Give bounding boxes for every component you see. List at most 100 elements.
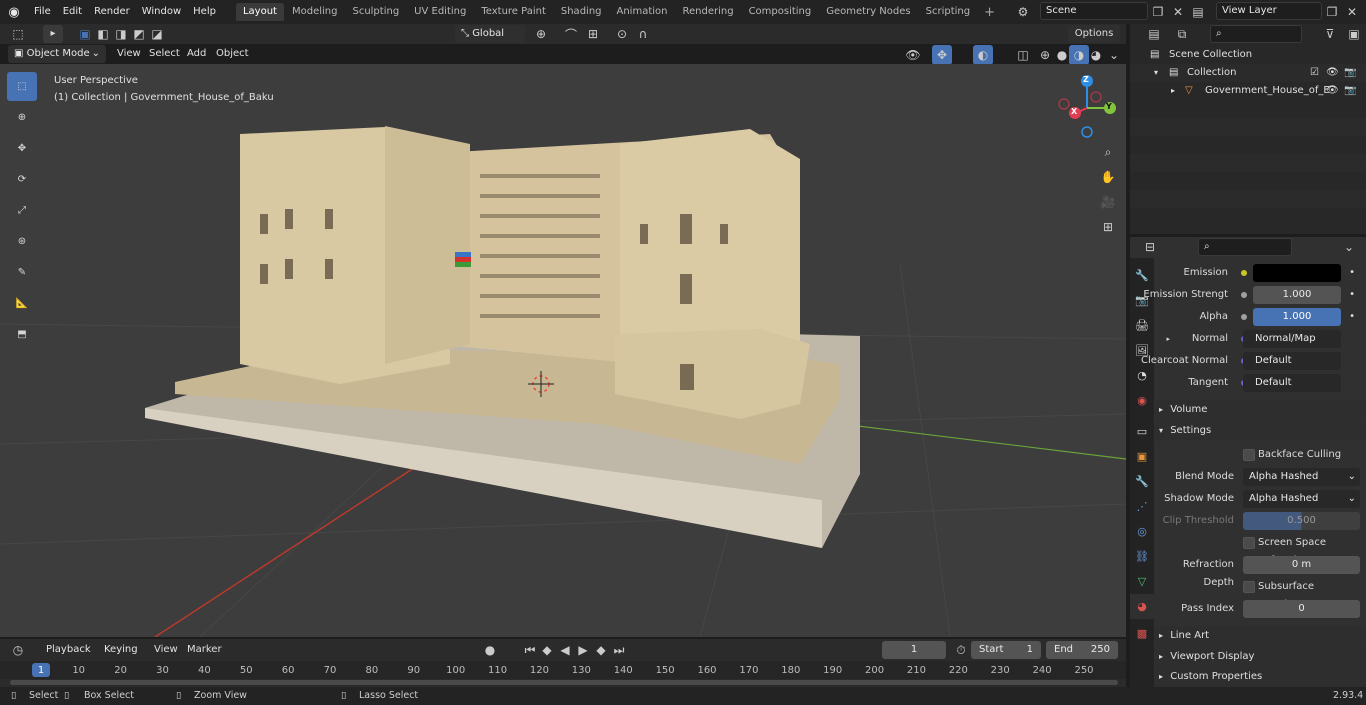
emission-color-field[interactable] (1253, 264, 1341, 282)
new-collection-icon[interactable]: ▣ (1344, 24, 1364, 44)
outliner-row-scene-collection[interactable]: ▤ Scene Collection (1130, 46, 1366, 64)
expand-arrow-icon[interactable]: ▸ (1171, 82, 1175, 100)
particles-tab-icon[interactable]: ⋰ (1130, 494, 1154, 519)
render-camera-icon[interactable]: 📷 (1344, 64, 1356, 82)
line-art-panel-header[interactable]: ▸ Line Art (1155, 626, 1366, 646)
select-intersect-icon[interactable]: ◪ (147, 24, 167, 44)
overlay-toggle-icon[interactable]: ◐ (973, 45, 993, 65)
menu-file[interactable]: File (28, 0, 57, 24)
cursor-tool-icon[interactable]: ⊕ (7, 103, 37, 132)
outliner-row-object[interactable]: ▸ ▽ Government_House_of_E 👁 📷 (1130, 82, 1366, 100)
tab-uv-editing[interactable]: UV Editing (407, 3, 473, 21)
outliner-editor-icon[interactable]: ▤ (1144, 24, 1164, 44)
snap-icon[interactable]: ⌒ (561, 24, 581, 44)
scene-icon[interactable]: ⚙ (1013, 2, 1033, 22)
viewport-display-panel-header[interactable]: ▸ Viewport Display (1155, 647, 1366, 667)
material-tab-icon[interactable]: ◕ (1130, 594, 1154, 619)
menu-select[interactable]: Select (149, 45, 180, 63)
refraction-depth-field[interactable]: 0 m (1243, 556, 1360, 574)
eye-icon[interactable]: 👁 (1326, 82, 1339, 100)
shadow-mode-select[interactable]: Alpha Hashed ⌄ (1243, 490, 1360, 508)
clearcoat-normal-field[interactable]: Default (1243, 352, 1341, 370)
view-layer-field[interactable]: View Layer (1216, 2, 1322, 20)
world-tab-icon[interactable]: ◉ (1130, 388, 1154, 413)
tab-layout[interactable]: Layout (235, 3, 284, 21)
tab-texture-paint[interactable]: Texture Paint (474, 3, 553, 21)
shading-rendered-icon[interactable]: ◕ (1086, 45, 1106, 65)
menu-window[interactable]: Window (136, 0, 187, 24)
scale-tool-icon[interactable]: ⤢ (7, 196, 37, 225)
blender-logo-icon[interactable]: ◉ (0, 5, 28, 20)
record-icon[interactable]: ● (480, 640, 500, 660)
rotate-tool-icon[interactable]: ⟳ (7, 165, 37, 194)
tab-modeling[interactable]: Modeling (285, 3, 345, 21)
visibility-icon[interactable]: 👁 (903, 45, 923, 65)
data-tab-icon[interactable]: ▽ (1130, 569, 1154, 594)
grid-perspective-icon[interactable]: ⊞ (1098, 217, 1118, 237)
editor-type-icon[interactable]: ⬚ (8, 24, 28, 44)
transform-orientation-select[interactable]: ⤡ Global (455, 25, 525, 43)
menu-render[interactable]: Render (88, 0, 136, 24)
tab-shading[interactable]: Shading (554, 3, 609, 21)
blend-mode-select[interactable]: Alpha Hashed ⌄ (1243, 468, 1360, 486)
object-mode-select[interactable]: ▣ Object Mode ⌄ (8, 45, 106, 63)
menu-view[interactable]: View (117, 45, 141, 63)
select-box-tool-icon[interactable]: ⬚ (7, 72, 37, 101)
keyframe-dot-icon[interactable]: • (1345, 286, 1355, 304)
filter-icon[interactable]: ⊽ (1320, 24, 1340, 44)
select-subtract-icon[interactable]: ◨ (111, 24, 131, 44)
select-box-icon[interactable]: ▣ (75, 24, 95, 44)
menu-edit[interactable]: Edit (57, 0, 88, 24)
transform-tool-icon[interactable]: ⊛ (7, 227, 37, 256)
backface-culling-checkbox[interactable] (1243, 449, 1255, 461)
shading-options-icon[interactable]: ⌄ (1104, 45, 1124, 65)
play-reverse-icon[interactable]: ◀ (555, 640, 575, 660)
alpha-socket-icon[interactable] (1241, 314, 1247, 320)
tab-compositing[interactable]: Compositing (742, 3, 819, 21)
xray-icon[interactable]: ◫ (1013, 45, 1033, 65)
outliner-search-input[interactable]: ⌕ (1210, 25, 1302, 43)
add-cube-tool-icon[interactable]: ⬒ (7, 320, 37, 349)
object-tab-icon[interactable]: ▣ (1130, 444, 1154, 469)
properties-editor-icon[interactable]: ⊟ (1140, 237, 1160, 257)
tangent-field[interactable]: Default (1243, 374, 1341, 392)
camera-icon[interactable]: 🎥 (1098, 192, 1118, 212)
start-frame-field[interactable]: Start 1 (971, 641, 1041, 659)
end-frame-field[interactable]: End 250 (1046, 641, 1118, 659)
normal-field[interactable]: Normal/Map (1243, 330, 1341, 348)
collection-tab-icon[interactable]: ▭ (1130, 419, 1154, 444)
keyframe-dot-icon[interactable]: • (1345, 264, 1355, 282)
expand-arrow-icon[interactable]: ▾ (1154, 64, 1158, 82)
gizmo-toggle-icon[interactable]: ✥ (932, 45, 952, 65)
proportional-edit-icon[interactable]: ⊙ (612, 24, 632, 44)
tab-scripting[interactable]: Scripting (919, 3, 977, 21)
pass-index-field[interactable]: 0 (1243, 600, 1360, 618)
keyframe-dot-icon[interactable]: • (1345, 308, 1355, 326)
scene-close-icon[interactable]: ✕ (1168, 2, 1188, 22)
properties-options-icon[interactable]: ⌄ (1339, 237, 1359, 257)
3d-viewport[interactable]: Z Y X User Perspective (1) Collection | … (0, 64, 1126, 637)
timeline-editor-icon[interactable]: ◷ (8, 640, 28, 660)
jump-keyframe-forward-icon[interactable]: ◆ (591, 640, 611, 660)
physics-tab-icon[interactable]: ◎ (1130, 519, 1154, 544)
measure-tool-icon[interactable]: 📐 (7, 289, 37, 318)
view-layer-icon[interactable]: ▤ (1188, 2, 1208, 22)
add-workspace-button[interactable]: + (978, 5, 1001, 20)
menu-object[interactable]: Object (216, 45, 249, 63)
modifier-tab-icon[interactable]: 🔧 (1130, 469, 1154, 494)
alpha-field[interactable]: 1.000 (1253, 308, 1341, 326)
playback-menu[interactable]: Playback (40, 641, 96, 659)
tab-animation[interactable]: Animation (610, 3, 675, 21)
texture-tab-icon[interactable]: ▩ (1130, 621, 1154, 646)
constraints-tab-icon[interactable]: ⛓ (1130, 544, 1154, 569)
keying-menu[interactable]: Keying (98, 641, 146, 659)
pivot-icon[interactable]: ⊕ (531, 24, 551, 44)
settings-panel-header[interactable]: ▾ Settings (1155, 421, 1366, 441)
timeline-menu-marker[interactable]: Marker (187, 641, 222, 659)
properties-search-input[interactable]: ⌕ (1198, 238, 1292, 256)
tab-rendering[interactable]: Rendering (675, 3, 740, 21)
output-tab-icon[interactable]: 🖨 (1130, 313, 1154, 338)
play-icon[interactable]: ▶ (573, 640, 593, 660)
select-invert-icon[interactable]: ◩ (129, 24, 149, 44)
tab-geometry-nodes[interactable]: Geometry Nodes (819, 3, 917, 21)
